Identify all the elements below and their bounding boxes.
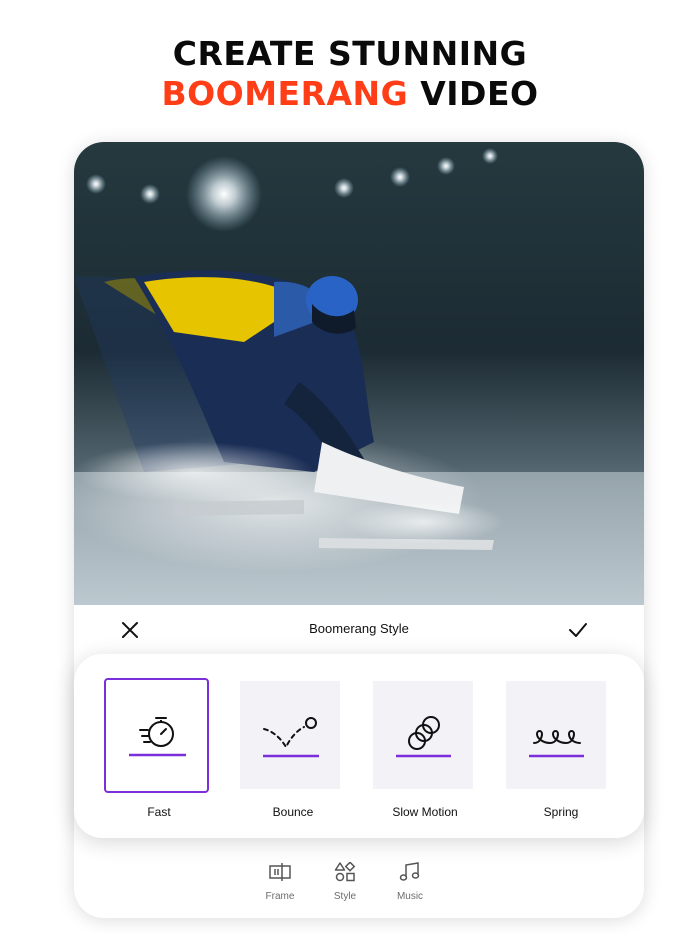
video-preview: [74, 142, 644, 605]
style-label-slow-motion: Slow Motion: [392, 805, 458, 819]
nav-label-frame: Frame: [265, 891, 295, 902]
spring-icon: [529, 730, 584, 758]
nav-label-style: Style: [333, 891, 357, 902]
style-tile-spring[interactable]: [506, 681, 606, 789]
style-label-bounce: Bounce: [272, 805, 314, 819]
style-label-spring: Spring: [543, 805, 579, 819]
slow-motion-icon: [396, 716, 451, 758]
headline-accent: BOOMERANG: [161, 74, 409, 113]
checkmark-icon[interactable]: [566, 618, 590, 642]
nav-style[interactable]: Style: [320, 861, 370, 902]
frame-icon: [269, 863, 291, 881]
music-note-icon: [399, 862, 420, 881]
headline-rest: VIDEO: [408, 74, 539, 113]
style-tile-slow-motion[interactable]: [373, 681, 473, 789]
style-tile-fast[interactable]: [104, 678, 209, 793]
style-toolbar: Boomerang Style: [74, 605, 644, 655]
style-label-fast: Fast: [147, 805, 171, 819]
headline-line2: BOOMERANG VIDEO: [0, 74, 700, 114]
stopwatch-icon: [129, 717, 186, 757]
style-options-panel: Fast Bounce Slow Motion Spring: [74, 654, 644, 838]
style-tile-bounce[interactable]: [240, 681, 340, 789]
toolbar-title: Boomerang Style: [309, 621, 409, 636]
nav-music[interactable]: Music: [385, 862, 435, 902]
bounce-icon: [263, 717, 319, 758]
headline-line1: CREATE STUNNING: [172, 34, 528, 73]
headline: CREATE STUNNING BOOMERANG VIDEO: [0, 34, 700, 114]
nav-label-music: Music: [396, 891, 424, 902]
shapes-icon: [334, 861, 356, 882]
nav-frame[interactable]: Frame: [255, 862, 305, 902]
